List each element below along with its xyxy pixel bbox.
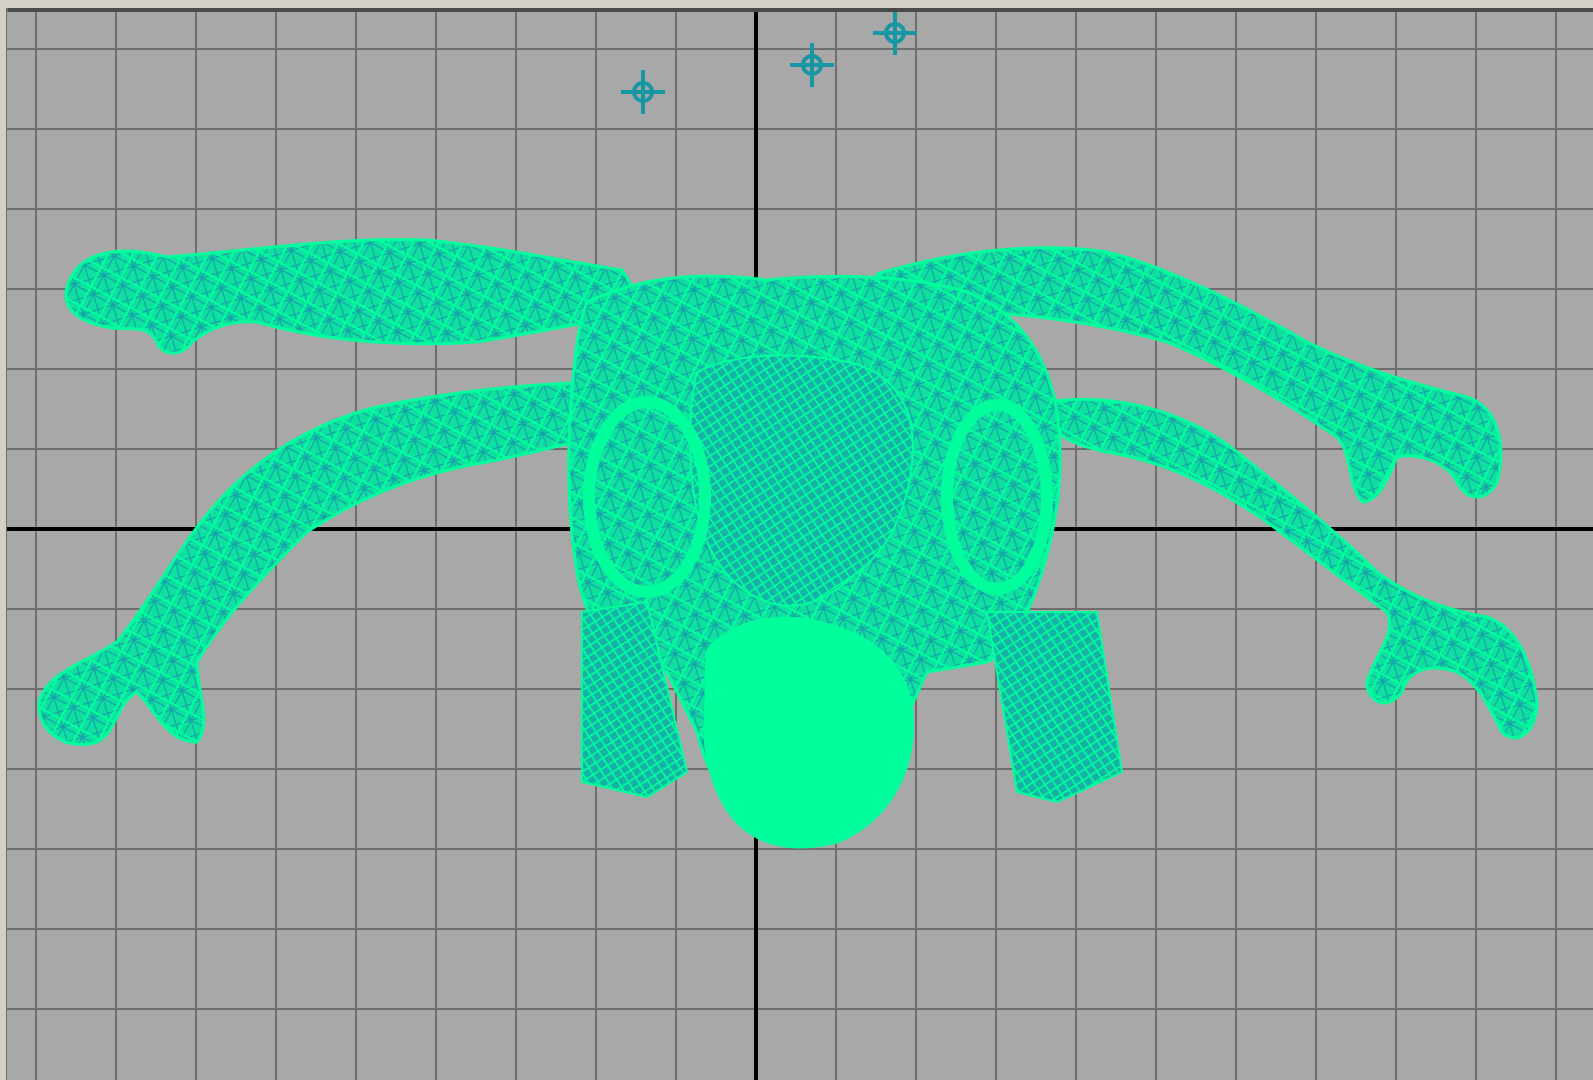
creature-head: [703, 616, 915, 849]
3d-viewport-canvas[interactable]: [7, 12, 1593, 1080]
viewport-frame: [0, 0, 1593, 1080]
